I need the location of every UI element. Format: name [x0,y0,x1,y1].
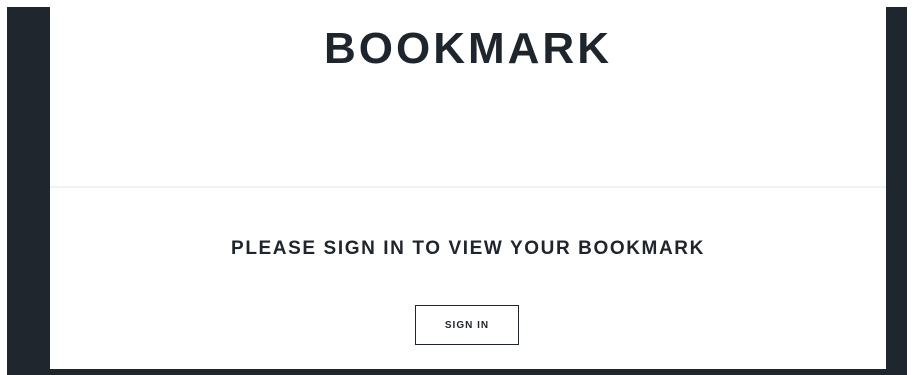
bookmark-panel: BOOKMARK PLEASE SIGN IN TO VIEW YOUR BOO… [50,7,886,369]
sign-in-button[interactable]: SIGN IN [415,305,519,345]
page-title: BOOKMARK [324,24,612,73]
section-divider [50,186,886,188]
sign-in-prompt: PLEASE SIGN IN TO VIEW YOUR BOOKMARK [231,238,705,259]
